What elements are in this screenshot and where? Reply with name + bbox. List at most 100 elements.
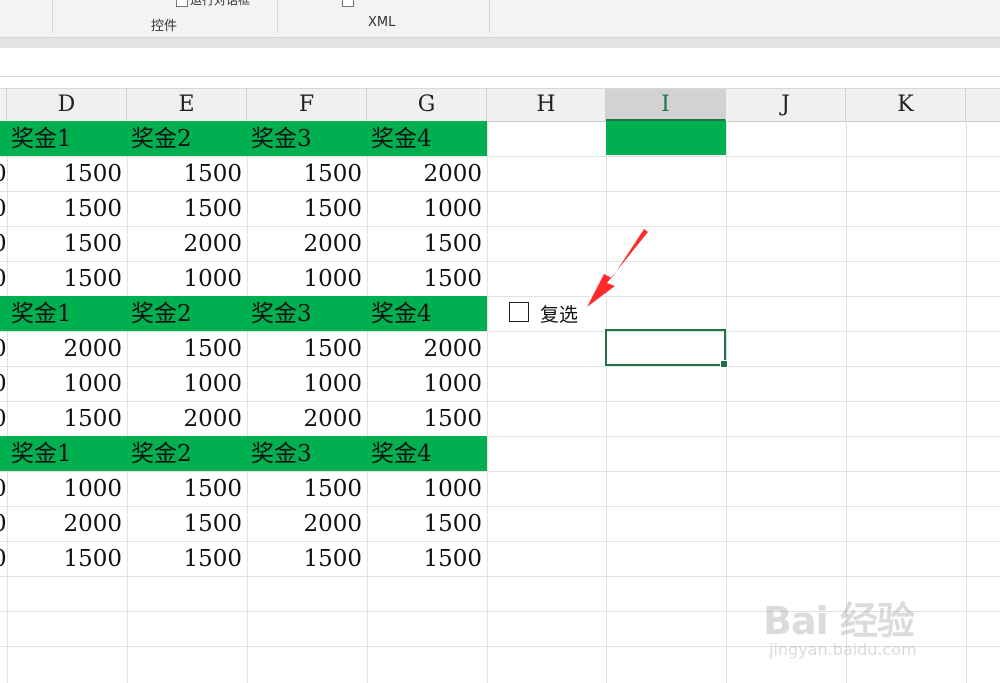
cell-partial[interactable]: 0 <box>0 401 7 436</box>
group-label-controls: 控件 <box>151 19 178 34</box>
column-header-d[interactable]: D <box>7 89 127 121</box>
ribbon-divider <box>52 0 53 33</box>
watermark-main: Bai 经验 <box>763 599 915 643</box>
cell-partial[interactable]: 0 <box>0 541 7 576</box>
header-cell[interactable]: 奖金3 <box>247 121 367 156</box>
table-cell[interactable]: 2000 <box>127 401 247 436</box>
table-cell[interactable]: 1000 <box>367 191 487 226</box>
column-header-g[interactable]: G <box>367 89 487 121</box>
table-cell[interactable]: 2000 <box>367 331 487 366</box>
table-cell[interactable]: 1500 <box>127 156 247 191</box>
table-cell[interactable]: 2000 <box>247 506 367 541</box>
table-cell[interactable]: 1500 <box>127 506 247 541</box>
table-row: 01500200020001500 <box>0 401 1000 436</box>
header-cell[interactable]: 奖金2 <box>127 436 247 471</box>
checkbox-label[interactable]: 复选 <box>540 300 578 327</box>
header-cell[interactable]: 奖金4 <box>367 121 487 156</box>
table-cell[interactable]: 1500 <box>367 261 487 296</box>
table-cell[interactable]: 1500 <box>127 331 247 366</box>
table-cell[interactable]: 2000 <box>7 331 127 366</box>
table-cell[interactable]: 1500 <box>7 191 127 226</box>
table-cell[interactable]: 1000 <box>247 366 367 401</box>
header-row: 奖金1 奖金2 奖金3 奖金4 <box>0 296 1000 331</box>
cell-partial[interactable]: 0 <box>0 191 7 226</box>
column-header-row: D E F G H I J K <box>0 88 1000 122</box>
column-header-i[interactable]: I <box>606 89 726 121</box>
checkbox-icon[interactable] <box>509 302 529 322</box>
ribbon-divider <box>277 0 278 33</box>
table-cell[interactable]: 2000 <box>367 156 487 191</box>
table-cell[interactable]: 1500 <box>247 471 367 506</box>
table-row: 01500150015001000 <box>0 191 1000 226</box>
cell-partial[interactable]: 0 <box>0 471 7 506</box>
table-row: 01000150015001000 <box>0 471 1000 506</box>
ribbon-divider <box>489 0 490 33</box>
table-cell[interactable]: 1500 <box>127 191 247 226</box>
table-cell[interactable]: 1500 <box>247 331 367 366</box>
ribbon: 运行对话框 控件 XML <box>0 0 1000 38</box>
table-cell[interactable]: 1000 <box>247 261 367 296</box>
green-cell-i1[interactable] <box>606 121 726 155</box>
table-cell[interactable]: 1500 <box>367 541 487 576</box>
table-cell[interactable]: 1500 <box>7 401 127 436</box>
table-cell[interactable]: 1000 <box>127 366 247 401</box>
table-cell[interactable]: 1500 <box>367 226 487 261</box>
table-row: 01000100010001000 <box>0 366 1000 401</box>
run-dialog-button[interactable]: 运行对话框 <box>190 0 250 8</box>
baidu-watermark: Bai 经验 jingyan.baidu.com <box>763 572 993 672</box>
column-header-h[interactable]: H <box>487 89 606 121</box>
table-cell[interactable]: 2000 <box>247 401 367 436</box>
header-cell[interactable]: 奖金2 <box>127 296 247 331</box>
column-header-j[interactable]: J <box>726 89 846 121</box>
table-cell[interactable]: 2000 <box>127 226 247 261</box>
table-cell[interactable]: 1500 <box>247 156 367 191</box>
table-cell[interactable]: 1000 <box>127 261 247 296</box>
header-cell[interactable]: 奖金1 <box>7 436 127 471</box>
cell-partial[interactable]: 0 <box>0 366 7 401</box>
table-row: 02000150015002000 <box>0 331 1000 366</box>
active-cell[interactable] <box>605 329 728 368</box>
header-cell[interactable]: 奖金2 <box>127 121 247 156</box>
column-header-partial[interactable] <box>0 89 7 121</box>
cell-partial[interactable]: 0 <box>0 506 7 541</box>
cell-partial[interactable]: 0 <box>0 156 7 191</box>
cell-partial[interactable]: 0 <box>0 261 7 296</box>
table-cell[interactable]: 1500 <box>247 541 367 576</box>
table-cell[interactable]: 1500 <box>7 261 127 296</box>
xml-map-icon[interactable] <box>342 0 354 7</box>
header-cell[interactable]: 奖金4 <box>367 436 487 471</box>
table-cell[interactable]: 1500 <box>7 226 127 261</box>
table-cell[interactable]: 1500 <box>127 471 247 506</box>
header-cell[interactable]: 奖金3 <box>247 436 367 471</box>
table-cell[interactable]: 1500 <box>367 506 487 541</box>
header-cell[interactable]: 奖金1 <box>7 296 127 331</box>
run-dialog-icon[interactable] <box>176 0 188 7</box>
column-header-e[interactable]: E <box>127 89 247 121</box>
formula-bar[interactable] <box>0 48 1000 77</box>
table-cell[interactable]: 1000 <box>7 366 127 401</box>
column-header-k[interactable]: K <box>846 89 966 121</box>
column-header-partial[interactable] <box>966 89 1000 121</box>
ribbon-bottom-band <box>0 38 1000 48</box>
table-cell[interactable]: 1000 <box>367 471 487 506</box>
table-cell[interactable]: 1500 <box>367 401 487 436</box>
table-cell[interactable]: 1500 <box>7 541 127 576</box>
cell-partial[interactable]: 0 <box>0 226 7 261</box>
fill-handle[interactable] <box>720 360 728 368</box>
column-header-f[interactable]: F <box>247 89 367 121</box>
cell-partial[interactable]: 0 <box>0 331 7 366</box>
table-cell[interactable]: 1000 <box>367 366 487 401</box>
header-cell[interactable]: 奖金4 <box>367 296 487 331</box>
table-row: 02000150020001500 <box>0 506 1000 541</box>
table-cell[interactable]: 1500 <box>247 191 367 226</box>
table-cell[interactable]: 2000 <box>247 226 367 261</box>
group-label-xml: XML <box>368 15 396 30</box>
header-row: 奖金1 奖金2 奖金3 奖金4 <box>0 121 1000 156</box>
table-row: 01500200020001500 <box>0 226 1000 261</box>
table-cell[interactable]: 1000 <box>7 471 127 506</box>
table-cell[interactable]: 2000 <box>7 506 127 541</box>
table-cell[interactable]: 1500 <box>7 156 127 191</box>
header-cell[interactable]: 奖金3 <box>247 296 367 331</box>
header-cell[interactable]: 奖金1 <box>7 121 127 156</box>
table-cell[interactable]: 1500 <box>127 541 247 576</box>
